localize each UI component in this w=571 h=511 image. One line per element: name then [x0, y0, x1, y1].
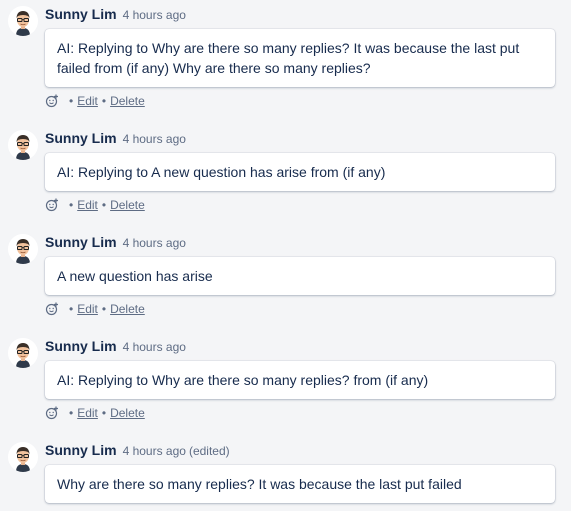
- comment-actions: • Edit • Delete: [45, 197, 145, 213]
- comment-actions: • Edit • Delete: [45, 405, 145, 421]
- delete-link[interactable]: Delete: [110, 94, 145, 108]
- separator-dot: •: [101, 302, 107, 316]
- avatar-icon[interactable]: [8, 442, 38, 472]
- avatar-icon[interactable]: [8, 338, 38, 368]
- edited-label: (edited): [188, 444, 230, 458]
- separator-dot: •: [101, 94, 107, 108]
- add-reaction-icon[interactable]: [45, 302, 59, 316]
- separator-dot: •: [69, 94, 74, 108]
- add-reaction-icon[interactable]: [45, 406, 59, 420]
- edit-link[interactable]: Edit: [77, 406, 98, 420]
- comment-header: Sunny Lim 4 hours ago: [45, 338, 186, 358]
- comment-timestamp[interactable]: 4 hours ago: [123, 132, 186, 146]
- comment-actions: • Edit • Delete: [45, 301, 145, 317]
- comment-author[interactable]: Sunny Lim: [45, 6, 117, 22]
- add-reaction-icon[interactable]: [45, 198, 59, 212]
- comment-author[interactable]: Sunny Lim: [45, 234, 117, 250]
- comment-item: Sunny Lim 4 hours ago (edited) Why are the…: [0, 436, 571, 511]
- avatar-icon[interactable]: [8, 234, 38, 264]
- comment-body: AI: Replying to Why are there so many re…: [45, 29, 555, 87]
- separator-dot: •: [101, 406, 107, 420]
- comment-item: Sunny Lim 4 hours ago AI: Replying to Why…: [0, 0, 571, 112]
- comment-timestamp[interactable]: 4 hours ago: [123, 444, 186, 458]
- separator-dot: •: [101, 198, 107, 212]
- comment-author[interactable]: Sunny Lim: [45, 442, 117, 458]
- edit-link[interactable]: Edit: [77, 198, 98, 212]
- comment-timestamp[interactable]: 4 hours ago: [123, 340, 186, 354]
- comment-author[interactable]: Sunny Lim: [45, 338, 117, 354]
- delete-link[interactable]: Delete: [110, 406, 145, 420]
- comment-actions: • Edit • Delete: [45, 93, 145, 109]
- comment-item: Sunny Lim 4 hours ago AI: Replying to A n…: [0, 124, 571, 224]
- comment-timestamp[interactable]: 4 hours ago: [123, 8, 186, 22]
- separator-dot: •: [69, 406, 74, 420]
- separator-dot: •: [69, 198, 74, 212]
- avatar-icon[interactable]: [8, 6, 38, 36]
- comment-item: Sunny Lim 4 hours ago A new question has …: [0, 228, 571, 328]
- comment-header: Sunny Lim 4 hours ago: [45, 6, 186, 26]
- comment-body: A new question has arise: [45, 257, 555, 295]
- comment-body: AI: Replying to A new question has arise…: [45, 153, 555, 191]
- comment-header: Sunny Lim 4 hours ago (edited): [45, 442, 230, 462]
- delete-link[interactable]: Delete: [110, 198, 145, 212]
- comment-body: Why are there so many replies? It was be…: [45, 465, 555, 503]
- comment-item: Sunny Lim 4 hours ago AI: Replying to Why…: [0, 332, 571, 432]
- comment-timestamp[interactable]: 4 hours ago: [123, 236, 186, 250]
- comment-header: Sunny Lim 4 hours ago: [45, 234, 186, 254]
- delete-link[interactable]: Delete: [110, 302, 145, 316]
- separator-dot: •: [69, 302, 74, 316]
- comment-body: AI: Replying to Why are there so many re…: [45, 361, 555, 399]
- edit-link[interactable]: Edit: [77, 94, 98, 108]
- avatar-icon[interactable]: [8, 130, 38, 160]
- comment-header: Sunny Lim 4 hours ago: [45, 130, 186, 150]
- edit-link[interactable]: Edit: [77, 302, 98, 316]
- comment-author[interactable]: Sunny Lim: [45, 130, 117, 146]
- add-reaction-icon[interactable]: [45, 94, 59, 108]
